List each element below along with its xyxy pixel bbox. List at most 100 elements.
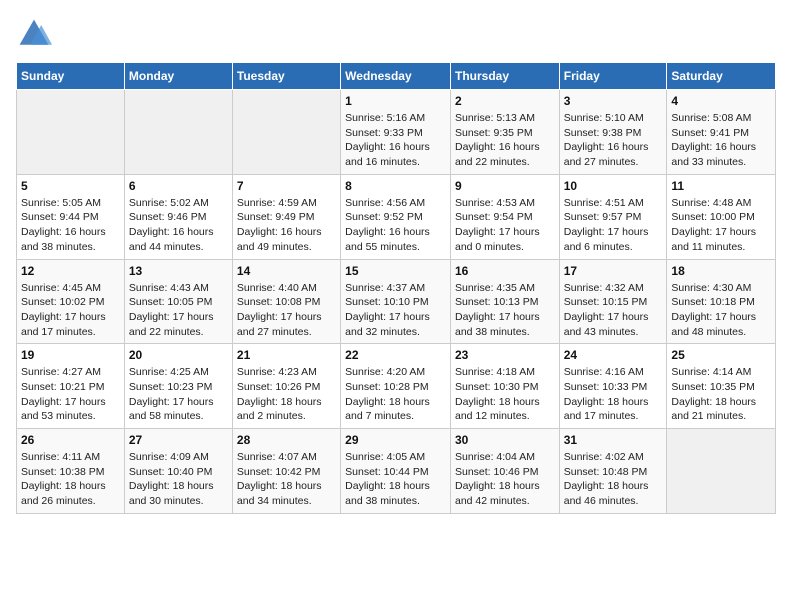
calendar-cell: [667, 429, 776, 514]
day-number: 26: [21, 433, 120, 447]
calendar-cell: 20 Sunrise: 4:25 AMSunset: 10:23 PMDaylig…: [124, 344, 232, 429]
day-number: 1: [345, 94, 446, 108]
col-header-tuesday: Tuesday: [232, 63, 340, 90]
calendar-cell: 3 Sunrise: 5:10 AMSunset: 9:38 PMDaylight…: [559, 90, 667, 175]
calendar-cell: 24Sunrise: 4:16 AMSunset: 10:33 PMDaylig…: [559, 344, 667, 429]
day-info: Sunrise: 4:20 AMSunset: 10:28 PMDaylight…: [345, 365, 446, 424]
calendar-cell: 21Sunrise: 4:23 AMSunset: 10:26 PMDaylig…: [232, 344, 340, 429]
calendar-cell: 28Sunrise: 4:07 AMSunset: 10:42 PMDaylig…: [232, 429, 340, 514]
day-info: Sunrise: 4:02 AMSunset: 10:48 PMDaylight…: [564, 450, 663, 509]
calendar-cell: 13 Sunrise: 4:43 AMSunset: 10:05 PMDaylig…: [124, 259, 232, 344]
calendar-cell: 4Sunrise: 5:08 AMSunset: 9:41 PMDaylight…: [667, 90, 776, 175]
day-info: Sunrise: 5:10 AMSunset: 9:38 PMDaylight:…: [564, 111, 663, 170]
day-number: 23: [455, 348, 555, 362]
day-number: 28: [237, 433, 336, 447]
day-info: Sunrise: 4:48 AMSunset: 10:00 PMDaylight…: [671, 196, 771, 255]
calendar-cell: 23 Sunrise: 4:18 AMSunset: 10:30 PMDaylig…: [450, 344, 559, 429]
day-number: 5: [21, 179, 120, 193]
calendar-cell: 8 Sunrise: 4:56 AMSunset: 9:52 PMDaylight…: [341, 174, 451, 259]
calendar-cell: 2 Sunrise: 5:13 AMSunset: 9:35 PMDaylight…: [450, 90, 559, 175]
day-info: Sunrise: 4:18 AMSunset: 10:30 PMDaylight…: [455, 365, 555, 424]
day-info: Sunrise: 4:04 AMSunset: 10:46 PMDaylight…: [455, 450, 555, 509]
col-header-thursday: Thursday: [450, 63, 559, 90]
day-info: Sunrise: 4:30 AMSunset: 10:18 PMDaylight…: [671, 281, 771, 340]
day-number: 19: [21, 348, 120, 362]
calendar-cell: 16 Sunrise: 4:35 AMSunset: 10:13 PMDaylig…: [450, 259, 559, 344]
day-info: Sunrise: 4:43 AMSunset: 10:05 PMDaylight…: [129, 281, 228, 340]
day-info: Sunrise: 4:40 AMSunset: 10:08 PMDaylight…: [237, 281, 336, 340]
calendar-cell: 15 Sunrise: 4:37 AMSunset: 10:10 PMDaylig…: [341, 259, 451, 344]
day-number: 25: [671, 348, 771, 362]
day-number: 12: [21, 264, 120, 278]
day-info: Sunrise: 4:27 AMSunset: 10:21 PMDaylight…: [21, 365, 120, 424]
day-number: 9: [455, 179, 555, 193]
calendar-cell: 31 Sunrise: 4:02 AMSunset: 10:48 PMDaylig…: [559, 429, 667, 514]
calendar-cell: 14 Sunrise: 4:40 AMSunset: 10:08 PMDaylig…: [232, 259, 340, 344]
day-number: 14: [237, 264, 336, 278]
day-info: Sunrise: 5:13 AMSunset: 9:35 PMDaylight:…: [455, 111, 555, 170]
day-info: Sunrise: 4:05 AMSunset: 10:44 PMDaylight…: [345, 450, 446, 509]
day-info: Sunrise: 5:05 AMSunset: 9:44 PMDaylight:…: [21, 196, 120, 255]
day-number: 15: [345, 264, 446, 278]
calendar-cell: 30 Sunrise: 4:04 AMSunset: 10:46 PMDaylig…: [450, 429, 559, 514]
day-info: Sunrise: 4:09 AMSunset: 10:40 PMDaylight…: [129, 450, 228, 509]
day-info: Sunrise: 4:53 AMSunset: 9:54 PMDaylight:…: [455, 196, 555, 255]
calendar-table: SundayMondayTuesdayWednesdayThursdayFrid…: [16, 62, 776, 514]
day-number: 3: [564, 94, 663, 108]
calendar-cell: 18Sunrise: 4:30 AMSunset: 10:18 PMDaylig…: [667, 259, 776, 344]
day-number: 17: [564, 264, 663, 278]
calendar-cell: 9 Sunrise: 4:53 AMSunset: 9:54 PMDaylight…: [450, 174, 559, 259]
calendar-cell: 22 Sunrise: 4:20 AMSunset: 10:28 PMDaylig…: [341, 344, 451, 429]
day-info: Sunrise: 5:16 AMSunset: 9:33 PMDaylight:…: [345, 111, 446, 170]
day-info: Sunrise: 4:14 AMSunset: 10:35 PMDaylight…: [671, 365, 771, 424]
logo: [16, 16, 56, 52]
day-number: 10: [564, 179, 663, 193]
day-info: Sunrise: 4:25 AMSunset: 10:23 PMDaylight…: [129, 365, 228, 424]
day-number: 4: [671, 94, 771, 108]
day-number: 31: [564, 433, 663, 447]
calendar-cell: 5 Sunrise: 5:05 AMSunset: 9:44 PMDaylight…: [17, 174, 125, 259]
day-info: Sunrise: 4:35 AMSunset: 10:13 PMDaylight…: [455, 281, 555, 340]
day-number: 30: [455, 433, 555, 447]
day-number: 22: [345, 348, 446, 362]
day-number: 21: [237, 348, 336, 362]
day-info: Sunrise: 4:37 AMSunset: 10:10 PMDaylight…: [345, 281, 446, 340]
day-info: Sunrise: 4:45 AMSunset: 10:02 PMDaylight…: [21, 281, 120, 340]
calendar-cell: 12 Sunrise: 4:45 AMSunset: 10:02 PMDaylig…: [17, 259, 125, 344]
day-info: Sunrise: 5:02 AMSunset: 9:46 PMDaylight:…: [129, 196, 228, 255]
day-number: 27: [129, 433, 228, 447]
calendar-cell: [17, 90, 125, 175]
calendar-cell: 27 Sunrise: 4:09 AMSunset: 10:40 PMDaylig…: [124, 429, 232, 514]
day-number: 24: [564, 348, 663, 362]
col-header-friday: Friday: [559, 63, 667, 90]
day-number: 7: [237, 179, 336, 193]
col-header-monday: Monday: [124, 63, 232, 90]
page-header: [16, 16, 776, 52]
calendar-cell: 10 Sunrise: 4:51 AMSunset: 9:57 PMDayligh…: [559, 174, 667, 259]
calendar-cell: 6 Sunrise: 5:02 AMSunset: 9:46 PMDaylight…: [124, 174, 232, 259]
calendar-cell: 29 Sunrise: 4:05 AMSunset: 10:44 PMDaylig…: [341, 429, 451, 514]
calendar-cell: 1 Sunrise: 5:16 AMSunset: 9:33 PMDaylight…: [341, 90, 451, 175]
calendar-cell: 7 Sunrise: 4:59 AMSunset: 9:49 PMDaylight…: [232, 174, 340, 259]
col-header-sunday: Sunday: [17, 63, 125, 90]
day-number: 8: [345, 179, 446, 193]
logo-icon: [16, 16, 52, 52]
day-number: 6: [129, 179, 228, 193]
day-info: Sunrise: 4:11 AMSunset: 10:38 PMDaylight…: [21, 450, 120, 509]
calendar-cell: 19 Sunrise: 4:27 AMSunset: 10:21 PMDaylig…: [17, 344, 125, 429]
col-header-saturday: Saturday: [667, 63, 776, 90]
calendar-cell: 25 Sunrise: 4:14 AMSunset: 10:35 PMDaylig…: [667, 344, 776, 429]
day-number: 29: [345, 433, 446, 447]
day-number: 2: [455, 94, 555, 108]
day-info: Sunrise: 4:59 AMSunset: 9:49 PMDaylight:…: [237, 196, 336, 255]
calendar-cell: [232, 90, 340, 175]
calendar-cell: [124, 90, 232, 175]
day-info: Sunrise: 4:56 AMSunset: 9:52 PMDaylight:…: [345, 196, 446, 255]
calendar-cell: 17Sunrise: 4:32 AMSunset: 10:15 PMDaylig…: [559, 259, 667, 344]
day-number: 13: [129, 264, 228, 278]
day-number: 20: [129, 348, 228, 362]
day-info: Sunrise: 4:51 AMSunset: 9:57 PMDaylight:…: [564, 196, 663, 255]
day-number: 16: [455, 264, 555, 278]
day-number: 11: [671, 179, 771, 193]
col-header-wednesday: Wednesday: [341, 63, 451, 90]
